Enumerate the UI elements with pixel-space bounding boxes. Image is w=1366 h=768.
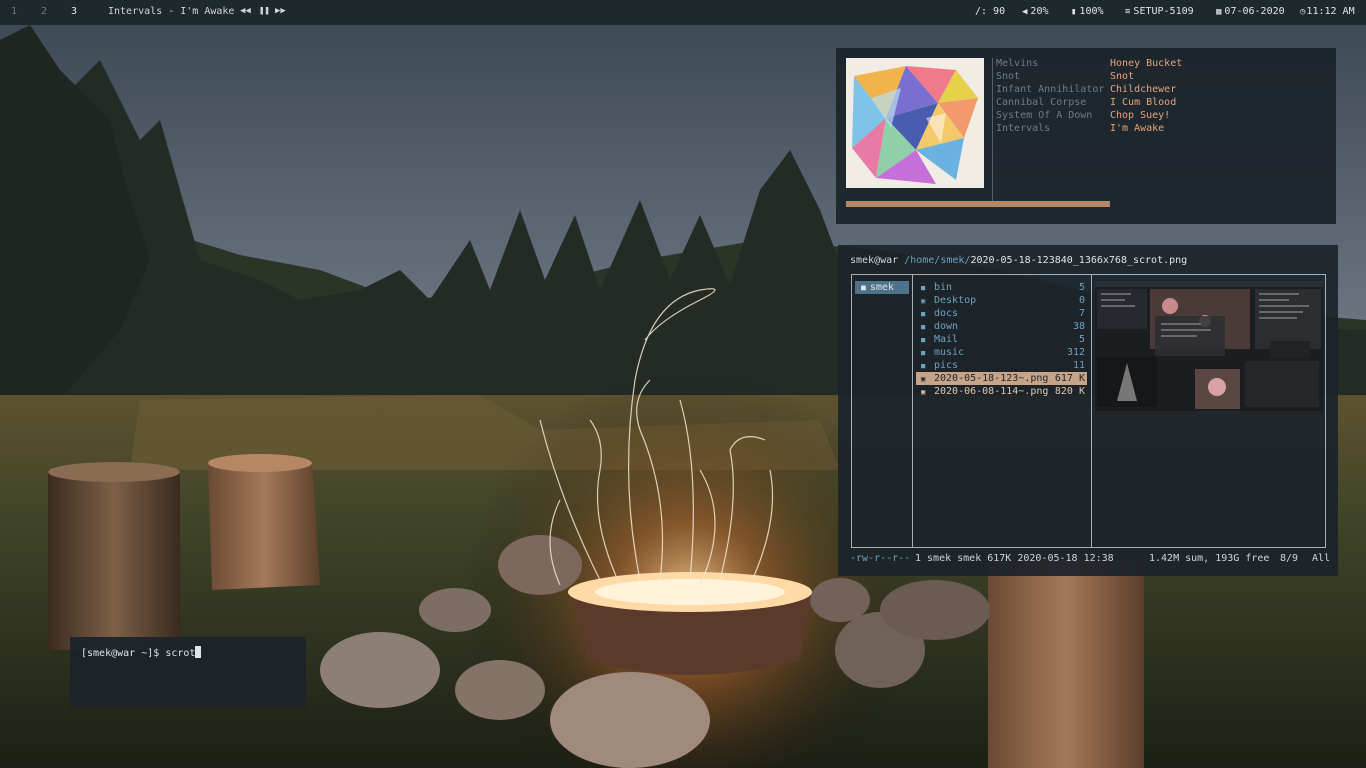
playlist-artist: Cannibal Corpse bbox=[996, 97, 1087, 108]
entry-size: 312 bbox=[1066, 347, 1085, 358]
pause-icon[interactable]: ❚❚ bbox=[259, 6, 270, 16]
playlist-artist: System Of A Down bbox=[996, 110, 1093, 121]
file-entry[interactable]: ■ docs 7 bbox=[916, 307, 1087, 320]
scroll-indicator: All bbox=[1312, 553, 1331, 564]
file-entry[interactable]: ■ bin 5 bbox=[916, 281, 1087, 294]
file-info: 1 smek smek 617K 2020-05-18 12:38 bbox=[915, 553, 1114, 564]
path-directory: /home/smek/ bbox=[904, 255, 971, 266]
playlist-song[interactable]: I'm Awake bbox=[1110, 123, 1164, 134]
prev-icon[interactable]: ◀◀ bbox=[240, 6, 251, 16]
entry-size: 5 bbox=[1078, 334, 1085, 345]
battery-status: ▮ 100% bbox=[1071, 6, 1104, 17]
entry-name: 2020-05-18-123~.png bbox=[934, 373, 1049, 384]
disk-usage: /: 90 bbox=[975, 6, 1006, 17]
date-text: 07-06-2020 bbox=[1224, 6, 1285, 17]
battery-level: 100% bbox=[1079, 6, 1104, 17]
clock-text: 11:12 AM bbox=[1306, 6, 1355, 17]
file-entry-selected[interactable]: ▣ 2020-05-18-123~.png 617 K bbox=[916, 372, 1087, 385]
next-icon[interactable]: ▶▶ bbox=[275, 6, 286, 16]
song-progress-fill bbox=[846, 201, 1110, 207]
file-manager-columns: ■ smek ■ bin 5 ▣ Desktop 0 ■ docs 7 ■ down 38 ■ Ma… bbox=[851, 274, 1326, 548]
entry-name: docs bbox=[934, 308, 959, 319]
volume-status[interactable]: ◀ 20% bbox=[1022, 6, 1048, 17]
clock-icon: ◷ bbox=[1300, 7, 1306, 17]
wifi-status[interactable]: ≋ SETUP-5109 bbox=[1125, 6, 1194, 17]
file-entry[interactable]: ▣ Desktop 0 bbox=[916, 294, 1087, 307]
workspace-2[interactable]: 2 bbox=[41, 6, 47, 17]
playlist-artist: Melvins bbox=[996, 58, 1039, 69]
status-bar: 1 2 3 Intervals - I'm Awake ◀◀ ❚❚ ▶▶ /: … bbox=[0, 0, 1366, 25]
parent-column: ■ smek bbox=[852, 275, 913, 547]
entry-name: Mail bbox=[934, 334, 959, 345]
entry-name: Desktop bbox=[934, 295, 977, 306]
entry-size: 38 bbox=[1072, 321, 1085, 332]
folder-icon: ■ bbox=[861, 283, 866, 292]
calendar-icon: ▦ bbox=[1216, 7, 1222, 17]
battery-icon: ▮ bbox=[1071, 7, 1077, 17]
clock-status: ◷11:12 AM bbox=[1300, 6, 1355, 17]
entry-name: down bbox=[934, 321, 959, 332]
playlist-song[interactable]: Chop Suey! bbox=[1110, 110, 1170, 121]
playlist-song[interactable]: Honey Bucket bbox=[1110, 58, 1182, 69]
entry-size: 7 bbox=[1078, 308, 1085, 319]
entry-size: 11 bbox=[1072, 360, 1085, 371]
file-entry[interactable]: ■ down 38 bbox=[916, 320, 1087, 333]
date-status: ▦ 07-06-2020 bbox=[1216, 6, 1285, 17]
playlist-song[interactable]: Snot bbox=[1110, 71, 1134, 82]
entry-name: pics bbox=[934, 360, 959, 371]
volume-level: 20% bbox=[1030, 6, 1049, 17]
playlist-song[interactable]: Childchewer bbox=[1110, 84, 1176, 95]
music-player-panel: Melvins Honey Bucket Snot Snot Infant An… bbox=[836, 48, 1336, 224]
current-column: ■ bin 5 ▣ Desktop 0 ■ docs 7 ■ down 38 ■ Mail 5 ■ m… bbox=[913, 275, 1092, 547]
song-progress-bar[interactable] bbox=[846, 201, 1326, 207]
file-entry[interactable]: ■ music 312 bbox=[916, 346, 1087, 359]
playlist-artist: Infant Annihilator bbox=[996, 84, 1105, 95]
shell-prompt: [smek@war ~]$ bbox=[81, 648, 160, 659]
parent-dir-name: smek bbox=[869, 282, 894, 293]
workspace-3[interactable]: 3 bbox=[71, 6, 77, 17]
volume-icon: ◀ bbox=[1022, 7, 1028, 17]
terminal-line: [smek@war ~]$ scrot bbox=[81, 646, 202, 659]
file-entry[interactable]: ■ Mail 5 bbox=[916, 333, 1087, 346]
terminal-window[interactable]: [smek@war ~]$ scrot bbox=[70, 637, 306, 708]
playlist-artist: Intervals bbox=[996, 123, 1051, 134]
file-entry[interactable]: ▣ 2020-06-08-114~.png 820 K bbox=[916, 385, 1087, 398]
entry-name: bin bbox=[934, 282, 953, 293]
playlist-artist: Snot bbox=[996, 71, 1021, 82]
file-manager-window: smek@war /home/smek/2020-05-18-123840_13… bbox=[838, 245, 1338, 576]
playlist-song[interactable]: I Cum Blood bbox=[1110, 97, 1176, 108]
path-host: smek@war bbox=[850, 255, 899, 266]
file-entry[interactable]: ■ pics 11 bbox=[916, 359, 1087, 372]
entry-name: music bbox=[934, 347, 965, 358]
path-file: 2020-05-18-123840_1366x768_scrot.png bbox=[970, 255, 1188, 266]
file-permissions: -rw-r--r-- bbox=[850, 553, 911, 564]
disk-summary: 1.42M sum, 193G free bbox=[1149, 553, 1270, 564]
text-cursor bbox=[195, 646, 202, 658]
image-preview bbox=[1095, 281, 1323, 411]
entry-size: 5 bbox=[1078, 282, 1085, 293]
wifi-icon: ≋ bbox=[1125, 7, 1131, 17]
entry-size: 617 K bbox=[1054, 373, 1085, 384]
parent-dir-item[interactable]: ■ smek bbox=[855, 281, 909, 294]
panel-divider bbox=[992, 58, 993, 201]
shell-command: scrot bbox=[165, 648, 196, 659]
entry-position: 8/9 bbox=[1280, 553, 1299, 564]
entry-size: 0 bbox=[1078, 295, 1085, 306]
album-cover bbox=[846, 58, 984, 188]
image-file-icon: ▣ bbox=[921, 388, 926, 396]
entry-size: 820 K bbox=[1054, 386, 1085, 397]
current-path: smek@war /home/smek/2020-05-18-123840_13… bbox=[850, 255, 1187, 266]
workspace-1[interactable]: 1 bbox=[11, 6, 17, 17]
now-playing-title: Intervals - I'm Awake bbox=[108, 6, 235, 17]
wifi-ssid: SETUP-5109 bbox=[1133, 6, 1194, 17]
entry-name: 2020-06-08-114~.png bbox=[934, 386, 1049, 397]
